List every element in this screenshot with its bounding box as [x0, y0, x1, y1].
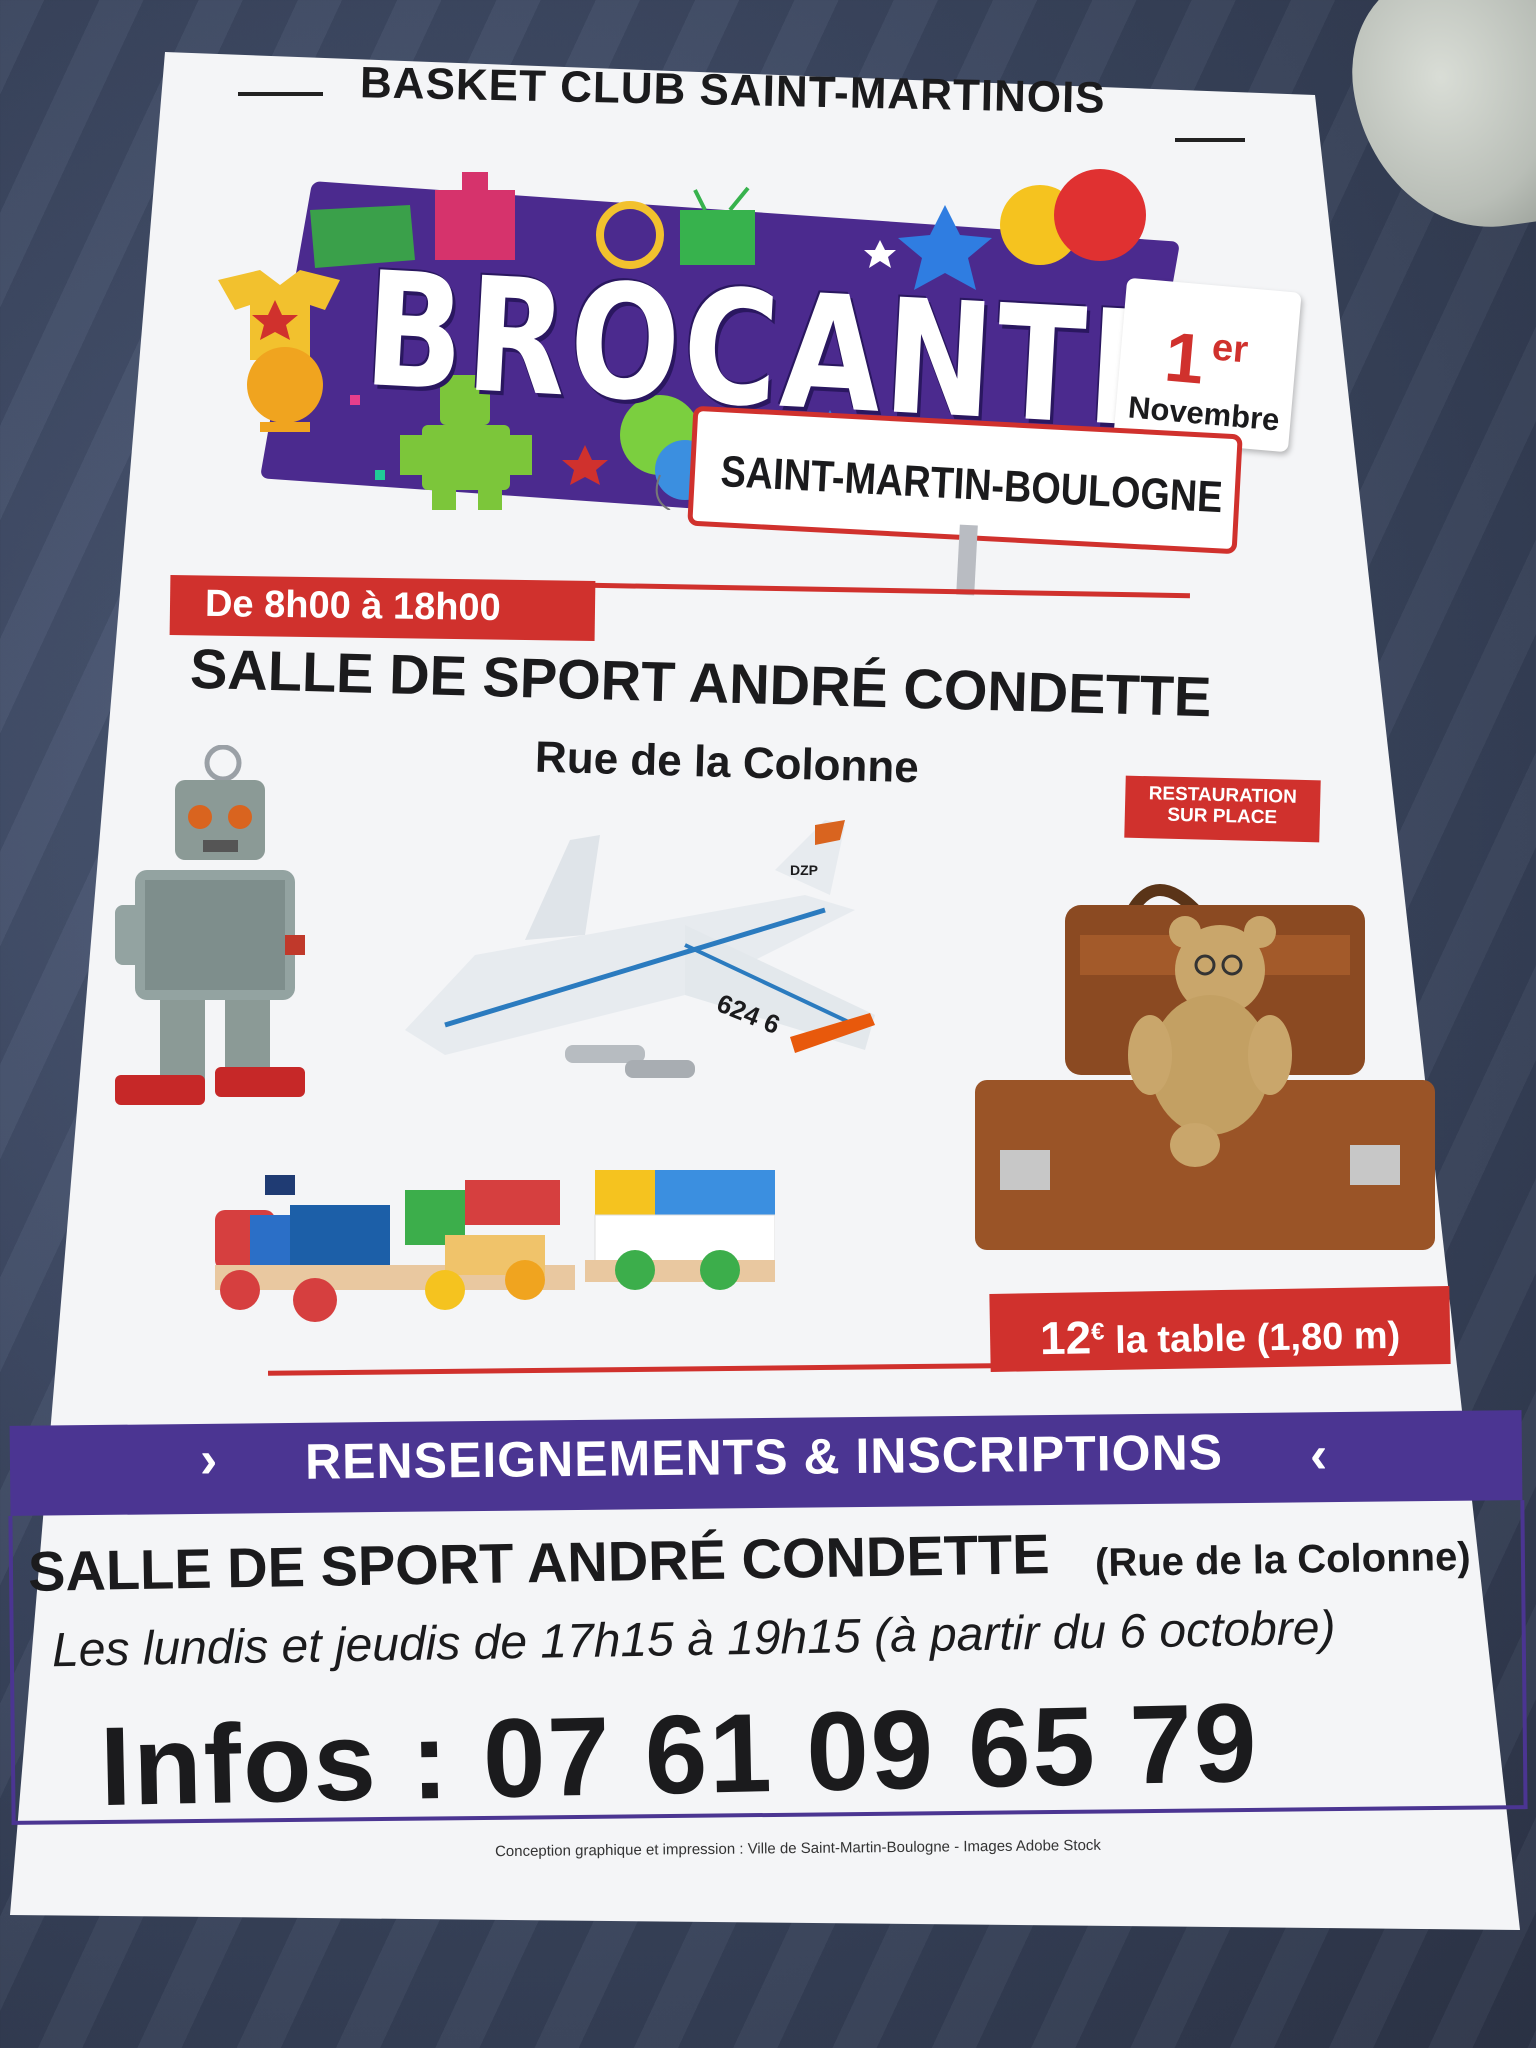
sign-post	[956, 524, 978, 596]
info-band-title: RENSEIGNEMENTS & INSCRIPTIONS	[304, 1424, 1224, 1490]
header-rule-left	[238, 92, 323, 96]
chevron-left-icon: ‹	[1310, 1426, 1328, 1484]
robot-icon	[115, 745, 305, 1105]
poster: BASKET CLUB SAINT-MARTINOIS BROCANTE 1 e…	[0, 0, 1536, 2048]
venue-street: Rue de la Colonne	[534, 732, 920, 793]
restaurant-text: RESTAURATION SUR PLACE	[1135, 783, 1311, 829]
info-street: (Rue de la Colonne)	[1094, 1534, 1471, 1586]
globe-icon	[247, 347, 323, 423]
restaurant-line1: RESTAURATION	[1148, 783, 1298, 808]
restaurant-line2: SUR PLACE	[1167, 804, 1278, 829]
price-detail: la table (1,80 m)	[1114, 1314, 1401, 1362]
hours-text: De 8h00 à 18h00	[204, 582, 502, 630]
plane-tail: DZP	[790, 862, 818, 878]
chevron-right-icon: ›	[200, 1431, 218, 1489]
balloon-icon	[1054, 169, 1146, 261]
header-rule-right	[1175, 138, 1245, 142]
airplane-icon: 624 6 DZP	[405, 820, 875, 1078]
date-suffix: er	[1210, 326, 1250, 372]
train-icon	[215, 1170, 775, 1322]
price-amount: 12	[1039, 1311, 1092, 1365]
price-currency: €	[1090, 1318, 1105, 1346]
price-text: 12€ la table (1,80 m)	[1040, 1305, 1401, 1365]
suitcase-icon	[975, 884, 1435, 1250]
phone-info: Infos : 07 61 09 65 79	[98, 1679, 1260, 1830]
date-day: 1	[1161, 317, 1208, 399]
